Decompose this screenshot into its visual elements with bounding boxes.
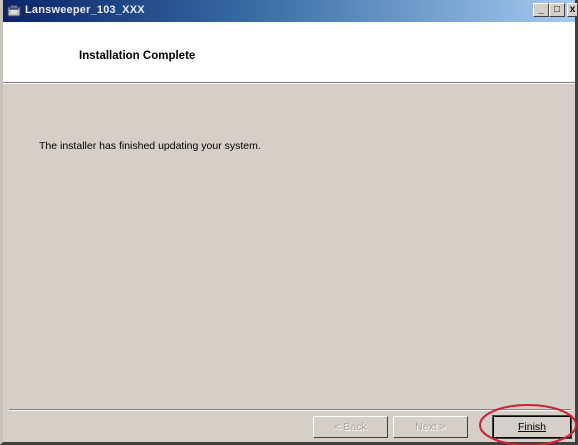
maximize-button[interactable]: □ — [549, 3, 565, 17]
page-title: Installation Complete — [79, 50, 196, 62]
next-button-label: Next > — [415, 421, 446, 433]
close-icon: x — [569, 4, 576, 15]
footer-divider — [9, 409, 571, 411]
completion-message: The installer has finished updating your… — [39, 140, 261, 152]
back-button[interactable]: < Back — [313, 416, 388, 438]
window-title: Lansweeper_103_XXX — [25, 4, 145, 16]
finish-button[interactable]: Finish — [492, 415, 572, 439]
close-button[interactable]: x — [567, 3, 577, 17]
next-button[interactable]: Next > — [393, 416, 468, 438]
header-divider — [3, 83, 575, 84]
installer-window: Lansweeper_103_XXX _ □ x Installation Co… — [0, 0, 578, 445]
maximize-icon: □ — [553, 4, 561, 15]
finish-button-label: Finish — [517, 421, 546, 433]
minimize-button[interactable]: _ — [533, 3, 549, 17]
installer-icon — [7, 4, 21, 17]
title-bar[interactable]: Lansweeper_103_XXX _ □ x — [3, 0, 577, 22]
minimize-icon: _ — [538, 4, 544, 15]
header-panel: Installation Complete — [3, 22, 575, 83]
back-button-label: < Back — [334, 421, 367, 433]
